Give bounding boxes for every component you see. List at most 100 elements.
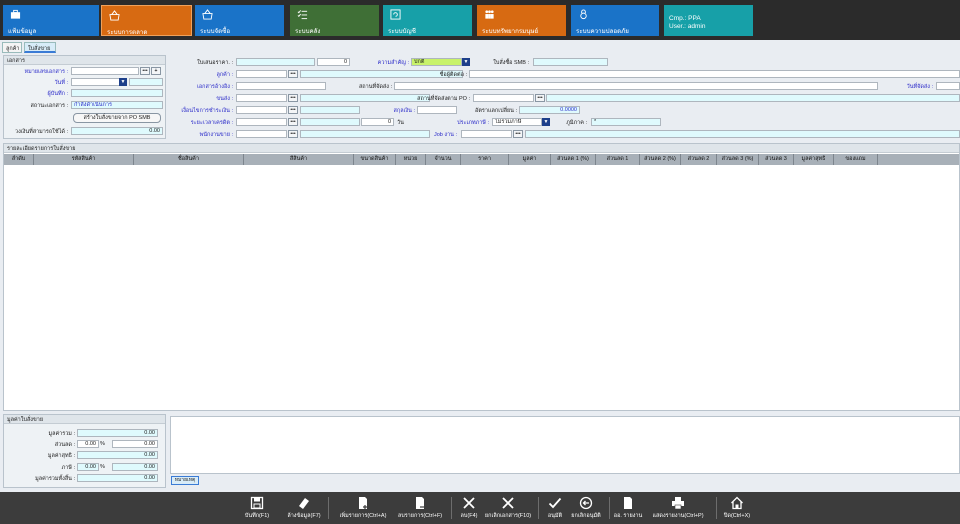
unapprove-button[interactable]: ยกเลิกอนุมัติ <box>568 496 604 522</box>
show-report-button[interactable]: แสดงรายงาน(Ctrl+P) <box>648 496 708 522</box>
notes-tab-button[interactable]: หมายเหตุ <box>171 476 199 485</box>
job-browse-button[interactable]: ••• <box>513 130 523 138</box>
tax-type-select[interactable]: ไม่รวมภาษี <box>492 118 542 126</box>
doc-no-browse-button[interactable]: ••• <box>140 67 150 75</box>
vat-percent-sign: % <box>100 464 105 470</box>
po-ship-place-browse-button[interactable]: ••• <box>535 94 545 102</box>
column-header[interactable]: ส่วนลด 2 (%) <box>640 154 681 165</box>
date-dropdown-button[interactable]: ▼ <box>119 78 127 86</box>
customer-browse-button[interactable]: ••• <box>288 70 298 78</box>
module-accounting[interactable]: ระบบบัญชี <box>383 5 472 36</box>
ref-doc-label: เอกสารอ้างอิง : <box>196 84 233 90</box>
column-header[interactable]: รหัสสินค้า <box>34 154 134 165</box>
column-header[interactable]: หน่วย <box>396 154 426 165</box>
date-label: วันที่ : <box>54 80 68 86</box>
tab-sales-order[interactable]: ใบสั่งขาย <box>24 42 56 53</box>
column-header[interactable]: ส่วนลด 1 (%) <box>551 154 596 165</box>
transport-browse-button[interactable]: ••• <box>288 94 298 102</box>
delete-button[interactable]: ลบ(F4) <box>457 496 481 522</box>
customer-input[interactable] <box>236 70 287 78</box>
column-header[interactable]: ส่วนลด 2 <box>681 154 717 165</box>
job-input[interactable] <box>461 130 512 138</box>
column-header[interactable]: ราคา <box>461 154 509 165</box>
save-button[interactable]: บันทึก(F1) <box>242 496 272 522</box>
doc-no-input[interactable] <box>71 67 139 75</box>
grid-title: รายละเอียดรายการใบสั่งขาย <box>4 144 959 153</box>
discount-percent[interactable]: 0.00 <box>77 440 99 448</box>
cancel-document-button[interactable]: ยกเลิกเอกสาร(F10) <box>483 496 533 522</box>
add-row-button[interactable]: เพิ่มรายการ(Ctrl+A) <box>335 496 391 522</box>
close-button[interactable]: ปิด(Ctrl+X) <box>720 496 754 522</box>
notes-textarea[interactable] <box>170 416 960 474</box>
column-header[interactable]: ลำดับ <box>4 154 34 165</box>
column-header[interactable]: ส่วนลด 1 <box>596 154 640 165</box>
transport-name-field <box>300 94 430 102</box>
payment-browse-button[interactable]: ••• <box>288 106 298 114</box>
priority-dropdown-button[interactable]: ▼ <box>462 58 470 66</box>
toolbar-separator <box>538 497 539 519</box>
po-ship-place-input[interactable] <box>473 94 534 102</box>
net-value: 0.00 <box>77 451 158 459</box>
module-file[interactable]: แฟ้มข้อมูล <box>3 5 99 36</box>
priority-select[interactable]: ปกติ <box>411 58 462 66</box>
contact-input[interactable] <box>469 70 960 78</box>
column-header[interactable]: จำนวน <box>426 154 461 165</box>
date-input[interactable] <box>71 78 120 86</box>
tax-type-dropdown-button[interactable]: ▼ <box>542 118 550 126</box>
discount-value[interactable]: 0.00 <box>112 440 158 448</box>
column-header[interactable]: ชื่อสินค้า <box>134 154 244 165</box>
module-marketing[interactable]: ระบบการตลาด <box>101 5 192 36</box>
grand-total-value: 0.00 <box>77 474 158 482</box>
sales-label: พนักงานขาย : <box>199 132 233 138</box>
report-options-button[interactable]: ออ. รายงาน <box>613 496 643 522</box>
payment-label: เงื่อนไขการชำระเงิน : <box>181 108 233 114</box>
column-header[interactable]: มูลค่าสุทธิ <box>794 154 834 165</box>
quote-no-count: 0 <box>317 58 350 66</box>
ref-doc-input[interactable] <box>236 82 326 90</box>
sales-browse-button[interactable]: ••• <box>288 130 298 138</box>
region-field: * <box>591 118 661 126</box>
module-purchase[interactable]: ระบบจัดซื้อ <box>195 5 284 36</box>
ship-date-input[interactable] <box>936 82 960 90</box>
remove-row-button[interactable]: ลบรายการ(Ctrl+F) <box>394 496 446 522</box>
module-hr[interactable]: ระบบทรัพยากรมนุษย์ <box>477 5 566 36</box>
column-header[interactable]: สีสินค้า <box>244 154 354 165</box>
column-header[interactable]: ขนาดสินค้า <box>354 154 396 165</box>
module-inventory[interactable]: ระบบคลัง <box>290 5 379 36</box>
currency-input[interactable] <box>417 106 457 114</box>
ship-place-input[interactable] <box>394 82 878 90</box>
payment-input[interactable] <box>236 106 287 114</box>
column-header[interactable]: ส่วนลด 3 <box>759 154 794 165</box>
credit-label: วงเงินที่สามารถใช้ได้ : <box>15 129 68 135</box>
credit-term-days[interactable]: 0 <box>361 118 394 126</box>
credit-term-input[interactable] <box>236 118 287 126</box>
basket-icon <box>109 10 120 21</box>
payment-name-field <box>300 106 360 114</box>
column-header[interactable]: มูลค่า <box>509 154 551 165</box>
transport-input[interactable] <box>236 94 287 102</box>
report-icon <box>624 497 632 509</box>
approve-button[interactable]: อนุมัติ <box>544 496 566 522</box>
vat-label: ภาษี : <box>61 465 75 471</box>
grand-total-label: มูลค่ารวมทั้งสิ้น : <box>35 476 75 482</box>
ship-place-label: สถานที่จัดส่ง : <box>358 84 392 90</box>
doc-no-add-button[interactable]: + <box>151 67 161 75</box>
column-header[interactable]: ของแถม <box>834 154 878 165</box>
column-header[interactable]: ส่วนลด 3 (%) <box>717 154 759 165</box>
create-from-po-button[interactable]: สร้างใบสั่งขายจาก PO SMB <box>73 113 161 123</box>
company-name: Cmp.: PPA <box>669 15 701 22</box>
grid-header: ลำดับ รหัสสินค้า ชื่อสินค้า สีสินค้า ขนา… <box>4 154 959 165</box>
days-label: วัน <box>397 120 404 126</box>
module-label: ระบบการตลาด <box>107 29 148 36</box>
toolbar-label: ลบรายการ(Ctrl+F) <box>397 513 443 519</box>
clear-button[interactable]: ล้างข้อมูล(F7) <box>284 496 324 522</box>
credit-value: 0.00 <box>71 127 163 135</box>
toolbar-separator <box>716 497 717 519</box>
cancel-doc-icon <box>502 497 514 509</box>
module-security[interactable]: ระบบความปลอดภัย <box>571 5 659 36</box>
credit-term-browse-button[interactable]: ••• <box>288 118 298 126</box>
tab-customer[interactable]: ลูกค้า <box>2 42 22 53</box>
lock-icon <box>580 9 587 20</box>
eraser-icon <box>299 498 309 509</box>
sales-input[interactable] <box>236 130 287 138</box>
